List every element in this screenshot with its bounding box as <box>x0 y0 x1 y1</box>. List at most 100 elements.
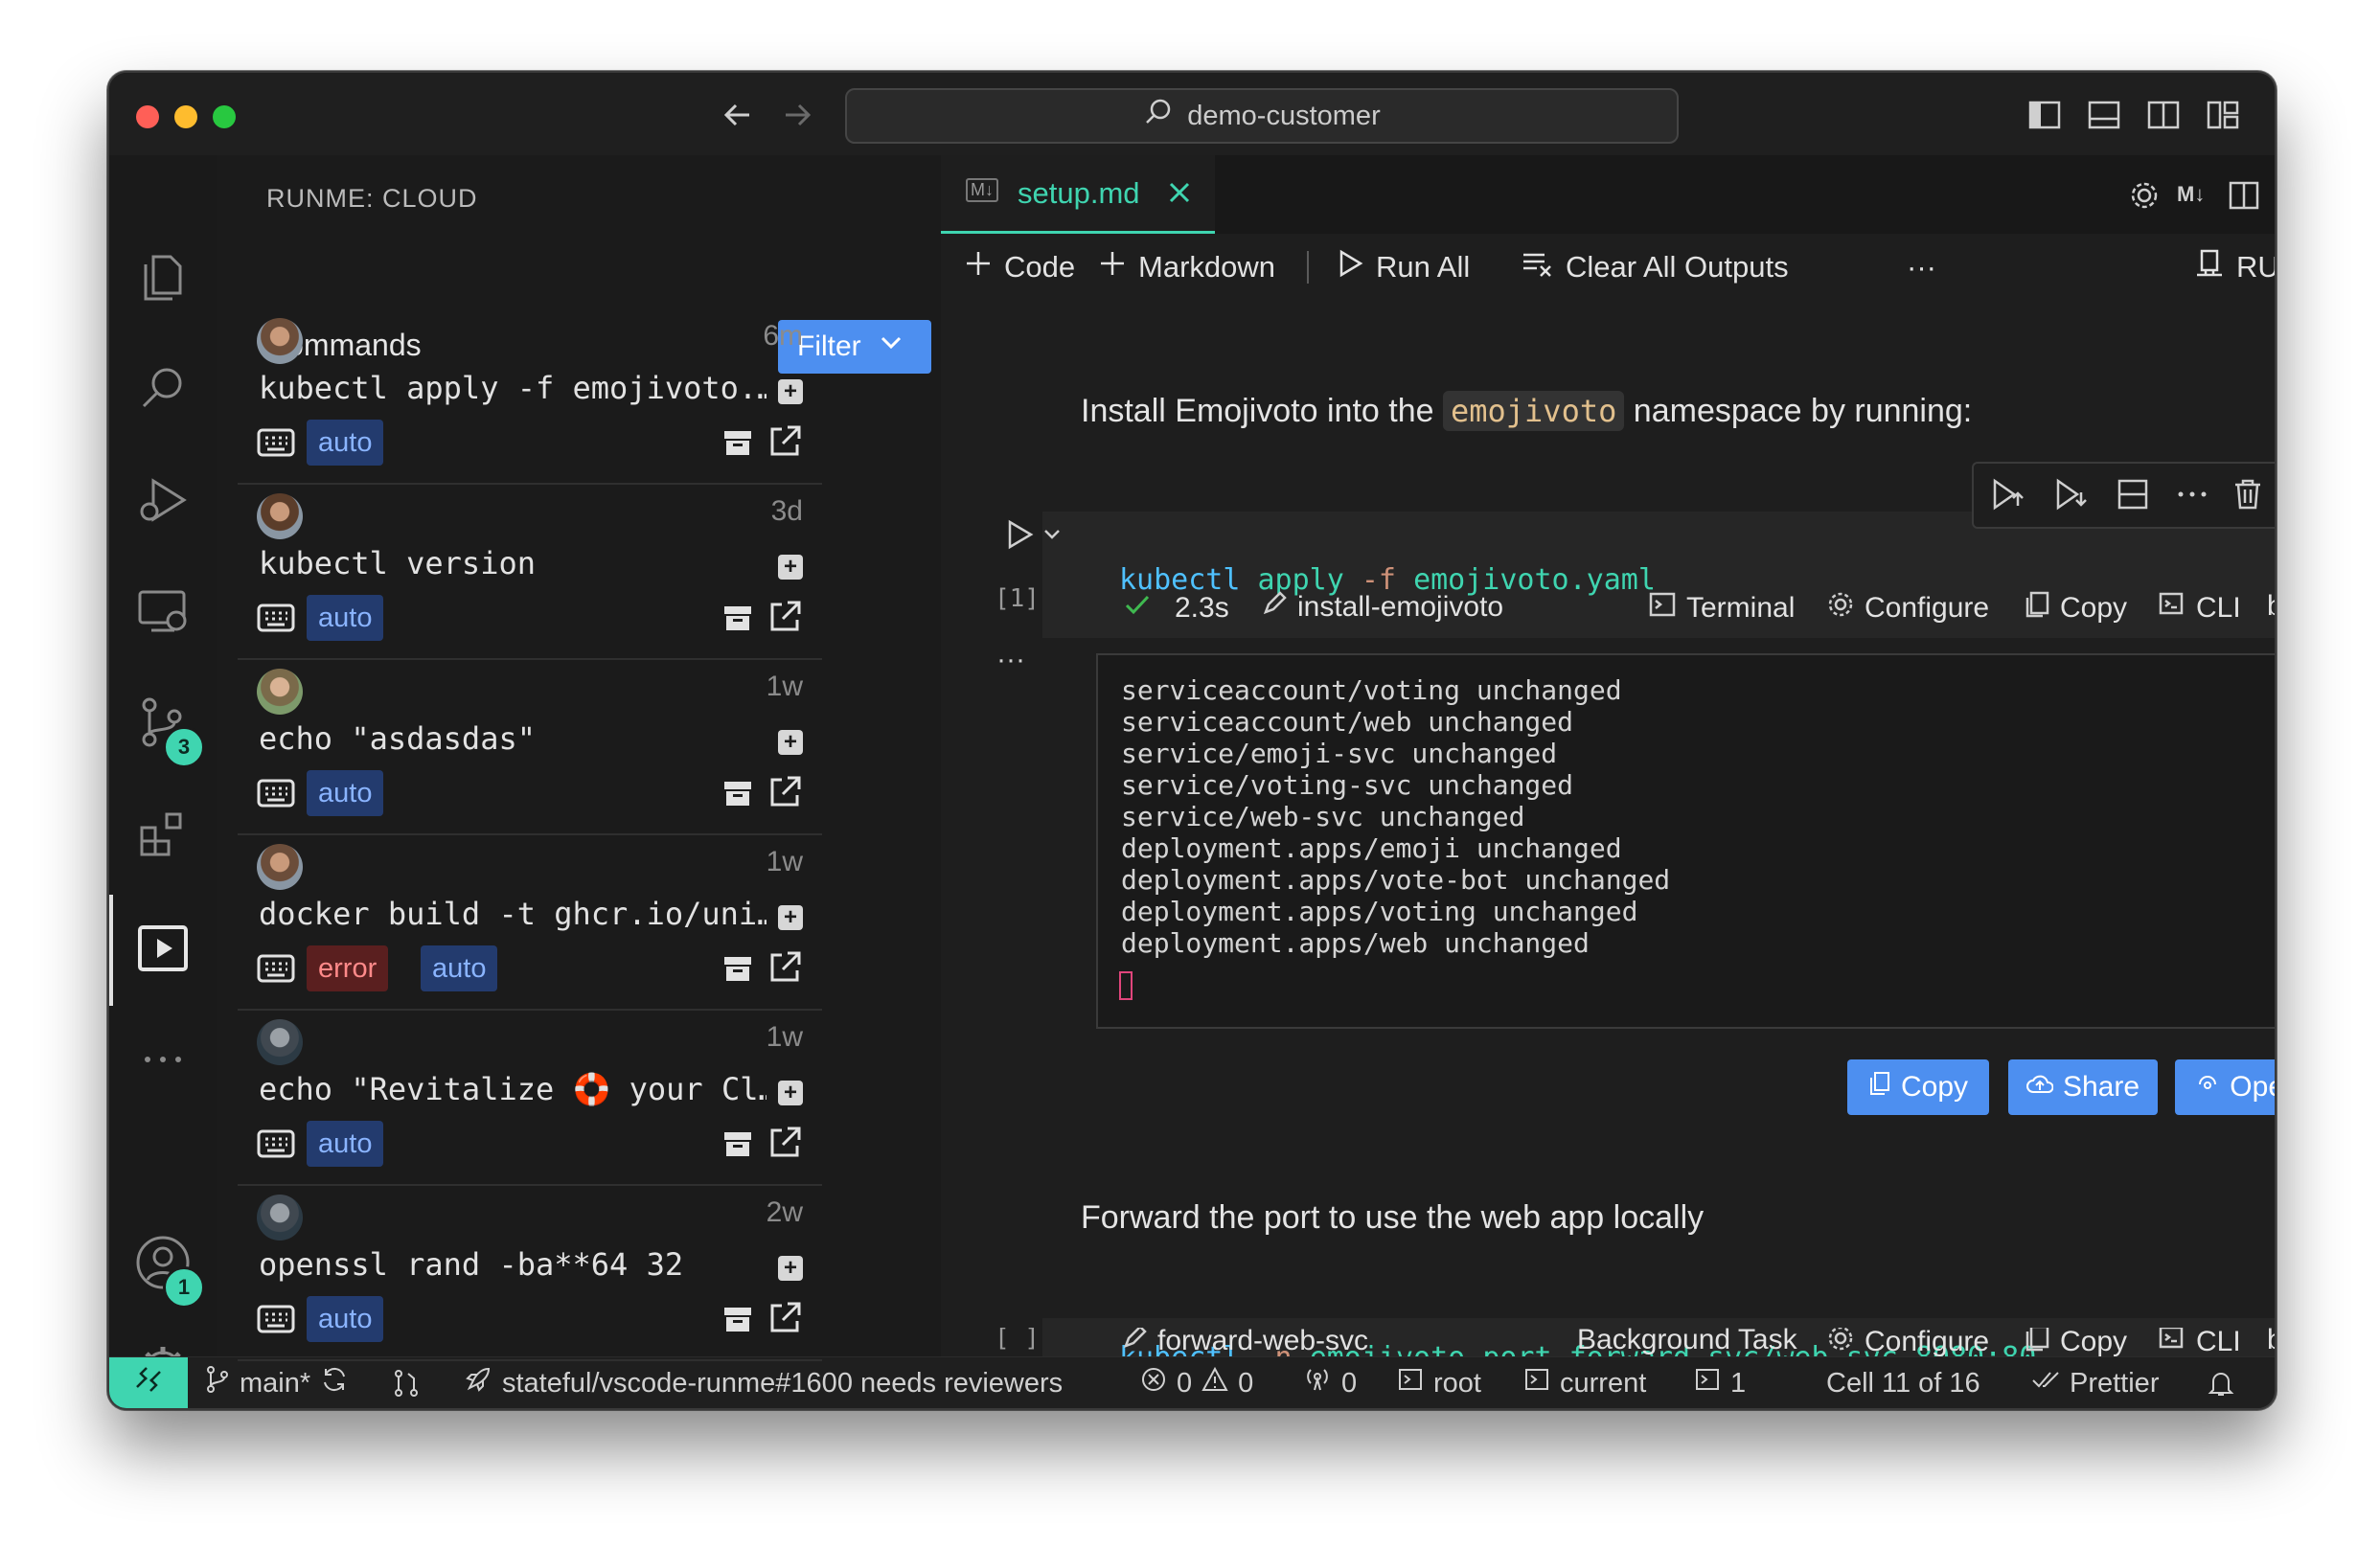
remote-indicator[interactable] <box>109 1357 188 1408</box>
output-open-button[interactable]: Open <box>2175 1059 2275 1115</box>
cell-position[interactable]: Cell 11 of 16 <box>1826 1357 1980 1408</box>
add-to-notebook-icon[interactable]: + <box>778 1081 803 1105</box>
customize-layout-icon[interactable] <box>2204 96 2242 134</box>
cell1-configure-button[interactable]: Configure <box>1826 590 1989 626</box>
add-code-cell-button[interactable]: Code <box>964 243 1075 291</box>
open-external-icon[interactable] <box>767 599 803 635</box>
command-text[interactable]: echo "asdasdas" <box>259 720 767 757</box>
zoom-window-button[interactable] <box>213 105 236 128</box>
run-debug-icon[interactable] <box>132 469 194 531</box>
sync-icon[interactable] <box>320 1365 349 1401</box>
current-terminal[interactable]: current <box>1523 1357 1646 1408</box>
run-cell-play-icon[interactable] <box>1002 517 1037 557</box>
close-tab-icon[interactable] <box>1165 178 1194 212</box>
branch-indicator[interactable]: main* <box>205 1357 349 1408</box>
add-to-notebook-icon[interactable]: + <box>778 555 803 580</box>
split-cell-icon[interactable] <box>2116 477 2150 516</box>
ports-indicator[interactable]: 0 <box>1303 1357 1357 1408</box>
command-list-item[interactable]: 2w openssl rand -ba**64 32 + auto <box>238 1185 822 1361</box>
remote-explorer-icon[interactable] <box>132 580 194 642</box>
cell2-mode[interactable]: Background Task <box>1577 1328 1797 1356</box>
minimize-window-button[interactable] <box>174 105 197 128</box>
execute-above-icon[interactable] <box>1989 477 2024 516</box>
split-editor-icon[interactable] <box>2227 178 2261 217</box>
add-to-notebook-icon[interactable]: + <box>778 379 803 404</box>
cell-more-icon[interactable]: ··· <box>996 644 1025 676</box>
kernel-picker[interactable]: RUNME <box>2194 243 2275 291</box>
forward-arrow-icon[interactable] <box>778 96 816 134</box>
root-terminal[interactable]: root <box>1397 1357 1481 1408</box>
run-all-button[interactable]: Run All <box>1336 243 1470 291</box>
notifications-bell-icon[interactable] <box>2208 1357 2234 1408</box>
extensions-icon[interactable] <box>132 803 194 864</box>
cell1-cli-button[interactable]: CLI <box>2158 590 2241 626</box>
markdown-preview-icon[interactable]: M↓ <box>2177 182 2205 207</box>
open-external-icon[interactable] <box>767 1125 803 1161</box>
command-list-item[interactable]: 1w echo "Revitalize 🛟 your Cl… + auto <box>238 1010 822 1186</box>
cell-more-actions-icon[interactable] <box>2175 477 2209 516</box>
command-list-item[interactable]: 3d kubectl version + auto <box>238 484 822 660</box>
double-check-icon <box>2031 1366 2060 1400</box>
cell2-name-button[interactable]: forward-web-svc <box>1121 1328 1368 1356</box>
cell2-cli-button[interactable]: CLI <box>2158 1328 2241 1356</box>
run-options-chevron-icon[interactable] <box>1042 525 1062 549</box>
pr-status[interactable]: stateful/vscode-runme#1600 needs reviewe… <box>464 1357 1063 1408</box>
archive-icon[interactable] <box>722 427 753 458</box>
command-list-item[interactable]: 1w docker build -t ghcr.io/uni… + error auto <box>238 834 822 1011</box>
toggle-panel-icon[interactable] <box>2085 96 2123 134</box>
output-share-button[interactable]: Share <box>2008 1059 2158 1115</box>
command-text[interactable]: docker build -t ghcr.io/uni… <box>259 896 767 932</box>
notebook-settings-gear-icon[interactable] <box>2127 178 2162 217</box>
archive-icon[interactable] <box>722 953 753 984</box>
copy-icon <box>2024 1328 2050 1356</box>
execute-below-icon[interactable] <box>2052 477 2087 516</box>
command-list-item[interactable]: 6m kubectl apply -f emojivoto.… + auto <box>238 308 822 485</box>
cell2-copy-button[interactable]: Copy <box>2024 1328 2127 1356</box>
command-text[interactable]: kubectl apply -f emojivoto.… <box>259 370 767 406</box>
prettier-indicator[interactable]: Prettier <box>2031 1357 2159 1408</box>
toggle-secondary-sidebar-icon[interactable] <box>2144 96 2183 134</box>
cell1-copy-button[interactable]: Copy <box>2024 590 2127 626</box>
command-text[interactable]: echo "Revitalize 🛟 your Cl… <box>259 1071 767 1107</box>
pull-request-icon[interactable] <box>393 1357 420 1408</box>
delete-cell-trash-icon[interactable] <box>2231 477 2265 516</box>
cell1-name-button[interactable]: install-emojivoto <box>1261 590 1503 625</box>
archive-icon[interactable] <box>722 778 753 808</box>
add-to-notebook-icon[interactable]: + <box>778 730 803 755</box>
tab-setup-md[interactable]: M↓ setup.md <box>941 155 1215 234</box>
terminal-count[interactable]: 1 <box>1694 1357 1746 1408</box>
open-external-icon[interactable] <box>767 1300 803 1336</box>
command-text[interactable]: kubectl version <box>259 545 767 581</box>
problems-indicator[interactable]: 0 0 <box>1140 1357 1253 1408</box>
command-center-search[interactable]: demo-customer <box>845 88 1679 144</box>
add-markdown-cell-button[interactable]: Markdown <box>1098 243 1275 291</box>
command-text[interactable]: openssl rand -ba**64 32 <box>259 1246 767 1283</box>
close-window-button[interactable] <box>136 105 159 128</box>
cell2-shell-label[interactable]: bash <box>2267 1328 2275 1356</box>
error-icon <box>1140 1366 1167 1400</box>
output-copy-button[interactable]: Copy <box>1847 1059 1989 1115</box>
terminal-output[interactable]: serviceaccount/voting unchanged serviceac… <box>1096 653 2275 1029</box>
archive-icon[interactable] <box>722 1304 753 1334</box>
open-external-icon[interactable] <box>767 423 803 460</box>
cell1-terminal-button[interactable]: Terminal <box>1648 590 1795 626</box>
cell2-configure-button[interactable]: Configure <box>1826 1328 1989 1356</box>
back-arrow-icon[interactable] <box>719 96 757 134</box>
open-external-icon[interactable] <box>767 774 803 810</box>
command-list-item[interactable]: 1w echo "asdasdas" + auto <box>238 659 822 835</box>
more-views-icon[interactable] <box>132 1029 194 1090</box>
cell1-shell-label[interactable]: bash <box>2267 590 2275 623</box>
archive-icon[interactable] <box>722 1128 753 1159</box>
clear-outputs-button[interactable]: Clear All Outputs <box>1522 243 1789 291</box>
remote-icon <box>133 1364 164 1402</box>
explorer-icon[interactable] <box>132 247 194 308</box>
archive-icon[interactable] <box>722 603 753 633</box>
avatar <box>257 493 303 539</box>
runme-icon[interactable] <box>132 918 194 979</box>
toggle-primary-sidebar-icon[interactable] <box>2025 96 2064 134</box>
toolbar-more-button[interactable]: ··· <box>1907 243 1936 291</box>
add-to-notebook-icon[interactable]: + <box>778 1256 803 1281</box>
open-external-icon[interactable] <box>767 949 803 986</box>
search-activity-icon[interactable] <box>132 358 194 420</box>
add-to-notebook-icon[interactable]: + <box>778 905 803 930</box>
